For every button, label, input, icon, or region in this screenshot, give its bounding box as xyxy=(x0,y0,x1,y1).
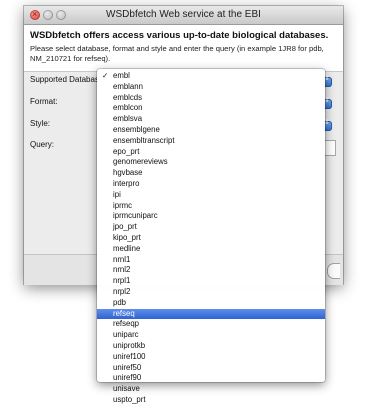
menu-item-label: ipi xyxy=(113,189,121,199)
menu-item-medline[interactable]: medline xyxy=(97,244,325,255)
menu-item-emblcon[interactable]: emblcon xyxy=(97,103,325,114)
menu-item-label: interpro xyxy=(113,178,140,188)
menu-item-unisave[interactable]: unisave xyxy=(97,384,325,395)
menu-item-refseqp[interactable]: refseqp xyxy=(97,319,325,330)
menu-item-label: iprmcuniparc xyxy=(113,211,158,221)
menu-item-jpo_prt[interactable]: jpo_prt xyxy=(97,222,325,233)
database-label: Supported Databases xyxy=(30,75,108,84)
menu-item-label: emblsva xyxy=(113,114,143,124)
menu-item-emblsva[interactable]: emblsva xyxy=(97,114,325,125)
menu-item-label: nrnl1 xyxy=(113,254,131,264)
database-options-list: ✓ embl emblann emblcds emblcon emblsva ensembl… xyxy=(97,69,325,406)
menu-item-iprmcuniparc[interactable]: iprmcuniparc xyxy=(97,211,325,222)
format-label: Format: xyxy=(30,97,58,106)
menu-item-label: genomereviews xyxy=(113,157,168,167)
menu-item-label: nrpl1 xyxy=(113,276,131,286)
menu-item-uniref100[interactable]: uniref100 xyxy=(97,352,325,363)
menu-item-label: pdb xyxy=(113,297,127,307)
menu-item-label: medline xyxy=(113,243,141,253)
menu-item-genomereviews[interactable]: genomereviews xyxy=(97,157,325,168)
title-bar[interactable]: × WSDbfetch Web service at the EBI xyxy=(24,6,343,25)
menu-item-label: epo_prt xyxy=(113,146,140,156)
menu-item-interpro[interactable]: interpro xyxy=(97,179,325,190)
menu-item-iprmc[interactable]: iprmc xyxy=(97,201,325,212)
menu-item-label: emblcon xyxy=(113,103,143,113)
menu-item-label: uniref90 xyxy=(113,373,142,383)
checkmark-icon: ✓ xyxy=(102,71,109,80)
menu-item-nrpl1[interactable]: nrpl1 xyxy=(97,276,325,287)
style-label: Style: xyxy=(30,119,51,128)
menu-item-label: emblcds xyxy=(113,92,143,102)
menu-item-label: embl xyxy=(113,71,130,80)
menu-item-label: uniparc xyxy=(113,330,139,340)
menu-item-label: uniref50 xyxy=(113,362,142,372)
menu-item-embl[interactable]: ✓ embl xyxy=(97,71,325,82)
menu-item-label: kipo_prt xyxy=(113,232,141,242)
header-panel: WSDbfetch offers access various up-to-da… xyxy=(24,25,343,72)
menu-item-label: nrnl2 xyxy=(113,265,131,275)
window-title: WSDbfetch Web service at the EBI xyxy=(106,9,261,20)
menu-item-hgvbase[interactable]: hgvbase xyxy=(97,168,325,179)
menu-item-kipo_prt[interactable]: kipo_prt xyxy=(97,233,325,244)
menu-item-nrnl2[interactable]: nrnl2 xyxy=(97,265,325,276)
page-heading: WSDbfetch offers access various up-to-da… xyxy=(30,30,329,41)
menu-item-uspto_prt[interactable]: uspto_prt xyxy=(97,395,325,406)
menu-item-label: uniref100 xyxy=(113,351,146,361)
menu-item-ensembltranscript[interactable]: ensembltranscript xyxy=(97,136,325,147)
menu-item-pdb[interactable]: pdb xyxy=(97,298,325,309)
menu-item-ensemblgene[interactable]: ensemblgene xyxy=(97,125,325,136)
menu-item-nrnl1[interactable]: nrnl1 xyxy=(97,255,325,266)
menu-item-label: uniprotkb xyxy=(113,340,146,350)
menu-item-uniparc[interactable]: uniparc xyxy=(97,330,325,341)
query-label: Query: xyxy=(30,140,55,149)
menu-item-emblcds[interactable]: emblcds xyxy=(97,93,325,104)
menu-item-label: uspto_prt xyxy=(113,394,146,404)
menu-item-label: nrpl2 xyxy=(113,286,131,296)
menu-item-label: refseqp xyxy=(113,319,140,329)
menu-item-label: ensemblgene xyxy=(113,124,160,134)
menu-item-uniref90[interactable]: uniref90 xyxy=(97,373,325,384)
menu-item-label: hgvbase xyxy=(113,168,143,178)
database-dropdown-menu[interactable]: ✓ embl emblann emblcds emblcon emblsva ensembl… xyxy=(97,69,325,404)
menu-item-emblann[interactable]: emblann xyxy=(97,82,325,93)
menu-item-uniref50[interactable]: uniref50 xyxy=(97,363,325,374)
menu-item-label: unisave xyxy=(113,384,140,394)
menu-item-refseq[interactable]: refseq xyxy=(97,308,325,320)
menu-item-label: refseq xyxy=(113,308,135,318)
menu-item-nrpl2[interactable]: nrpl2 xyxy=(97,287,325,298)
menu-item-label: ensembltranscript xyxy=(113,135,175,145)
menu-item-label: jpo_prt xyxy=(113,222,137,232)
menu-item-label: iprmc xyxy=(113,200,133,210)
submit-button[interactable] xyxy=(327,263,340,279)
instructions-text: Please select database, format and style… xyxy=(30,44,324,63)
menu-item-ipi[interactable]: ipi xyxy=(97,190,325,201)
menu-item-uniprotkb[interactable]: uniprotkb xyxy=(97,341,325,352)
menu-item-label: emblann xyxy=(113,81,143,91)
menu-item-epo_prt[interactable]: epo_prt xyxy=(97,147,325,158)
